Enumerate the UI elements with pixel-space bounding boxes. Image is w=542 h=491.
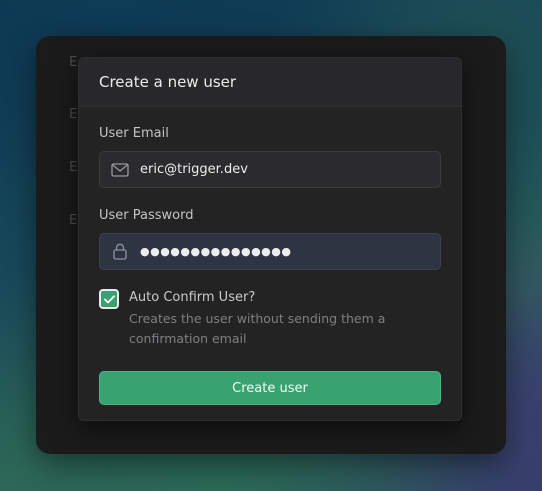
create-user-button[interactable]: Create user <box>99 371 441 405</box>
email-label: User Email <box>99 126 169 141</box>
dialog-title: Create a new user <box>99 73 237 91</box>
email-value: eric@trigger.dev <box>140 162 248 177</box>
auto-confirm-checkbox[interactable] <box>99 289 119 309</box>
auto-confirm-description: Creates the user without sending them a … <box>129 311 386 346</box>
password-value: ●●●●●●●●●●●●●●● <box>140 245 292 258</box>
mail-icon <box>100 152 140 187</box>
password-label: User Password <box>99 208 194 223</box>
dialog-header: Create a new user <box>79 58 461 107</box>
create-user-dialog: Create a new user User Email eric@trigge… <box>78 57 462 421</box>
password-field[interactable]: ●●●●●●●●●●●●●●● <box>99 233 441 270</box>
background-label: E <box>69 213 78 228</box>
background-label: E <box>69 107 78 122</box>
check-icon <box>103 294 115 303</box>
email-field[interactable]: eric@trigger.dev <box>99 151 441 188</box>
lock-icon <box>100 234 140 269</box>
background-label: E <box>69 55 78 70</box>
auto-confirm-label[interactable]: Auto Confirm User? <box>129 290 255 305</box>
background-label: E <box>69 160 78 175</box>
